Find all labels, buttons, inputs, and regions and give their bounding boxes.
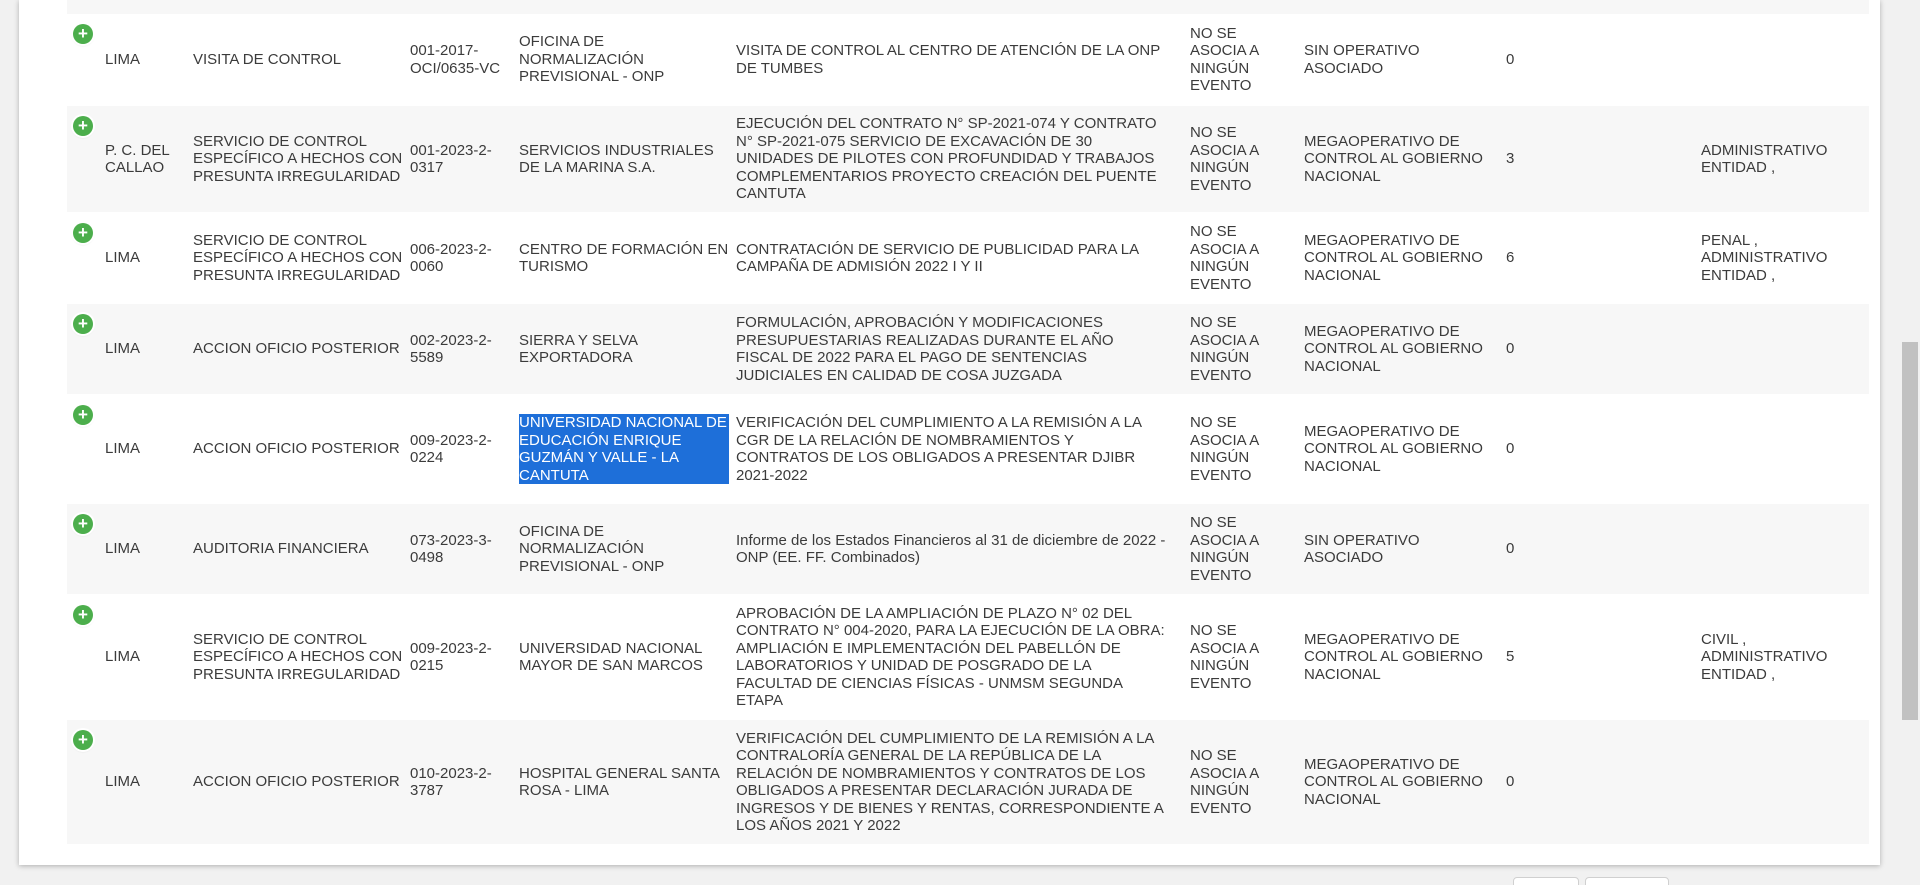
cell-operative: MEGAOPERATIVO DE CONTROL AL GOBIERNO NAC…	[1304, 755, 1483, 808]
cell-type: ACCION OFICIO POSTERIOR	[193, 440, 400, 458]
table-row: + LIMA ACCION OFICIO POSTERIOR 002-2023-…	[67, 304, 1869, 395]
cell-count: 0	[1506, 50, 1515, 68]
cell-type: AUDITORIA FINANCIERA	[193, 540, 369, 558]
cell-entity: HOSPITAL GENERAL SANTA ROSA - LIMA	[519, 764, 720, 800]
cell-region: LIMA	[105, 648, 141, 666]
cell-code: 006-2023-2-0060	[410, 240, 492, 276]
vertical-scrollbar[interactable]	[1900, 0, 1920, 885]
cell-region: LIMA	[105, 540, 141, 558]
table-row: + LIMA SERVICIO DE CONTROL ESPECÍFICO A …	[67, 595, 1869, 720]
table-row: + LIMA ACCION OFICIO POSTERIOR 009-2023-…	[67, 395, 1869, 504]
cell-count: 0	[1506, 540, 1515, 558]
table-row: + LIMA VISITA DE CONTROL 001-2017-OCI/06…	[67, 14, 1869, 106]
cell-count: 6	[1506, 249, 1515, 267]
cell-responsibility: CIVIL , ADMINISTRATIVO ENTIDAD ,	[1701, 630, 1828, 683]
cell-type: SERVICIO DE CONTROL ESPECÍFICO A HECHOS …	[193, 132, 403, 185]
cell-description: APROBACIÓN DE LA AMPLIACIÓN DE PLAZO N° …	[736, 604, 1165, 710]
cell-type: SERVICIO DE CONTROL ESPECÍFICO A HECHOS …	[193, 630, 403, 683]
cell-type: SERVICIO DE CONTROL ESPECÍFICO A HECHOS …	[193, 231, 403, 284]
cell-region: LIMA	[105, 249, 141, 267]
cell-type: ACCION OFICIO POSTERIOR	[193, 773, 400, 791]
table-row: + LIMA AUDITORIA FINANCIERA 073-2023-3-0…	[67, 504, 1869, 595]
cell-entity-selected: UNIVERSIDAD NACIONAL DE EDUCACIÓN ENRIQU…	[519, 395, 729, 503]
cell-event: NO SE ASOCIA A NINGÚN EVENTO	[1190, 314, 1259, 384]
cell-event: NO SE ASOCIA A NINGÚN EVENTO	[1190, 747, 1259, 817]
cell-operative: SIN OPERATIVO ASOCIADO	[1304, 42, 1420, 77]
cell-region: LIMA	[105, 50, 141, 68]
table-row: + P. C. DEL CALLAO SERVICIO DE CONTROL E…	[67, 106, 1869, 213]
table-top-edge	[67, 0, 1869, 14]
cell-event: NO SE ASOCIA A NINGÚN EVENTO	[1190, 414, 1259, 484]
cell-code: 073-2023-3-0498	[410, 531, 492, 567]
cell-count: 3	[1506, 150, 1515, 168]
cell-type: VISITA DE CONTROL	[193, 50, 342, 68]
pager-button[interactable]	[1585, 877, 1669, 885]
cell-code: 009-2023-2-0224	[410, 431, 492, 467]
scrollbar-thumb[interactable]	[1902, 342, 1918, 720]
expand-row-icon[interactable]: +	[73, 116, 93, 136]
cell-count: 0	[1506, 773, 1515, 791]
cell-entity: SERVICIOS INDUSTRIALES DE LA MARINA S.A.	[519, 141, 714, 177]
cell-responsibility	[1701, 14, 1861, 105]
cell-count: 0	[1506, 440, 1515, 458]
results-table: + LIMA VISITA DE CONTROL 001-2017-OCI/06…	[67, 0, 1869, 845]
table-row: + LIMA SERVICIO DE CONTROL ESPECÍFICO A …	[67, 213, 1869, 304]
cell-responsibility	[1701, 395, 1861, 503]
cell-description: VERIFICACIÓN DEL CUMPLIMIENTO A LA REMIS…	[736, 414, 1142, 484]
cell-responsibility	[1701, 504, 1861, 594]
cell-description: FORMULACIÓN, APROBACIÓN Y MODIFICACIONES…	[736, 314, 1114, 384]
cell-description: Informe de los Estados Financieros al 31…	[736, 531, 1166, 567]
cell-operative: SIN OPERATIVO ASOCIADO	[1304, 531, 1420, 567]
cell-operative: MEGAOPERATIVO DE CONTROL AL GOBIERNO NAC…	[1304, 231, 1483, 284]
cell-code: 009-2023-2-0215	[410, 639, 492, 675]
cell-operative: MEGAOPERATIVO DE CONTROL AL GOBIERNO NAC…	[1304, 630, 1483, 683]
page: + LIMA VISITA DE CONTROL 001-2017-OCI/06…	[0, 0, 1920, 885]
table-row: + LIMA ACCION OFICIO POSTERIOR 010-2023-…	[67, 720, 1869, 845]
selected-text: UNIVERSIDAD NACIONAL DE EDUCACIÓN ENRIQU…	[519, 414, 729, 484]
cell-region: P. C. DEL CALLAO	[105, 141, 170, 177]
cell-event: NO SE ASOCIA A NINGÚN EVENTO	[1190, 223, 1259, 293]
cell-code: 001-2017-OCI/0635-VC	[410, 42, 501, 77]
cell-event: NO SE ASOCIA A NINGÚN EVENTO	[1190, 514, 1259, 584]
cell-code: 010-2023-2-3787	[410, 764, 492, 800]
cell-operative: MEGAOPERATIVO DE CONTROL AL GOBIERNO NAC…	[1304, 422, 1483, 475]
cell-entity: SIERRA Y SELVA EXPORTADORA	[519, 331, 638, 367]
cell-entity: OFICINA DE NORMALIZACIÓN PREVISIONAL - O…	[519, 522, 665, 575]
results-panel: + LIMA VISITA DE CONTROL 001-2017-OCI/06…	[19, 0, 1880, 865]
cell-code: 001-2023-2-0317	[410, 141, 492, 177]
cell-count: 5	[1506, 648, 1515, 666]
expand-row-icon[interactable]: +	[73, 24, 93, 44]
cell-description: CONTRATACIÓN DE SERVICIO DE PUBLICIDAD P…	[736, 240, 1139, 276]
cell-entity: CENTRO DE FORMACIÓN EN TURISMO	[519, 240, 729, 276]
cell-type: ACCION OFICIO POSTERIOR	[193, 340, 400, 358]
cell-entity: OFICINA DE NORMALIZACIÓN PREVISIONAL - O…	[519, 33, 665, 86]
expand-row-icon[interactable]: +	[73, 405, 93, 425]
cell-event: NO SE ASOCIA A NINGÚN EVENTO	[1190, 24, 1259, 95]
expand-row-icon[interactable]: +	[73, 605, 93, 625]
cell-description: EJECUCIÓN DEL CONTRATO N° SP-2021-074 Y …	[736, 115, 1157, 203]
cell-code: 002-2023-2-5589	[410, 331, 492, 367]
expand-row-icon[interactable]: +	[73, 314, 93, 334]
cell-count: 0	[1506, 340, 1515, 358]
cell-region: LIMA	[105, 773, 141, 791]
cell-entity: UNIVERSIDAD NACIONAL MAYOR DE SAN MARCOS	[519, 639, 703, 675]
expand-row-icon[interactable]: +	[73, 514, 93, 534]
cell-event: NO SE ASOCIA A NINGÚN EVENTO	[1190, 622, 1259, 692]
cell-region: LIMA	[105, 440, 141, 458]
cell-description: VISITA DE CONTROL AL CENTRO DE ATENCIÓN …	[736, 42, 1160, 77]
cell-event: NO SE ASOCIA A NINGÚN EVENTO	[1190, 124, 1259, 194]
cell-responsibility: PENAL , ADMINISTRATIVO ENTIDAD ,	[1701, 231, 1828, 284]
cell-region: LIMA	[105, 340, 141, 358]
expand-row-icon[interactable]: +	[73, 223, 93, 243]
cell-operative: MEGAOPERATIVO DE CONTROL AL GOBIERNO NAC…	[1304, 132, 1483, 185]
expand-row-icon[interactable]: +	[73, 730, 93, 750]
pager-button[interactable]	[1513, 877, 1579, 885]
cell-responsibility	[1701, 304, 1861, 394]
cell-responsibility	[1701, 720, 1861, 844]
cell-operative: MEGAOPERATIVO DE CONTROL AL GOBIERNO NAC…	[1304, 322, 1483, 375]
cell-responsibility: ADMINISTRATIVO ENTIDAD ,	[1701, 141, 1828, 177]
cell-description: VERIFICACIÓN DEL CUMPLIMIENTO DE LA REMI…	[736, 729, 1164, 835]
